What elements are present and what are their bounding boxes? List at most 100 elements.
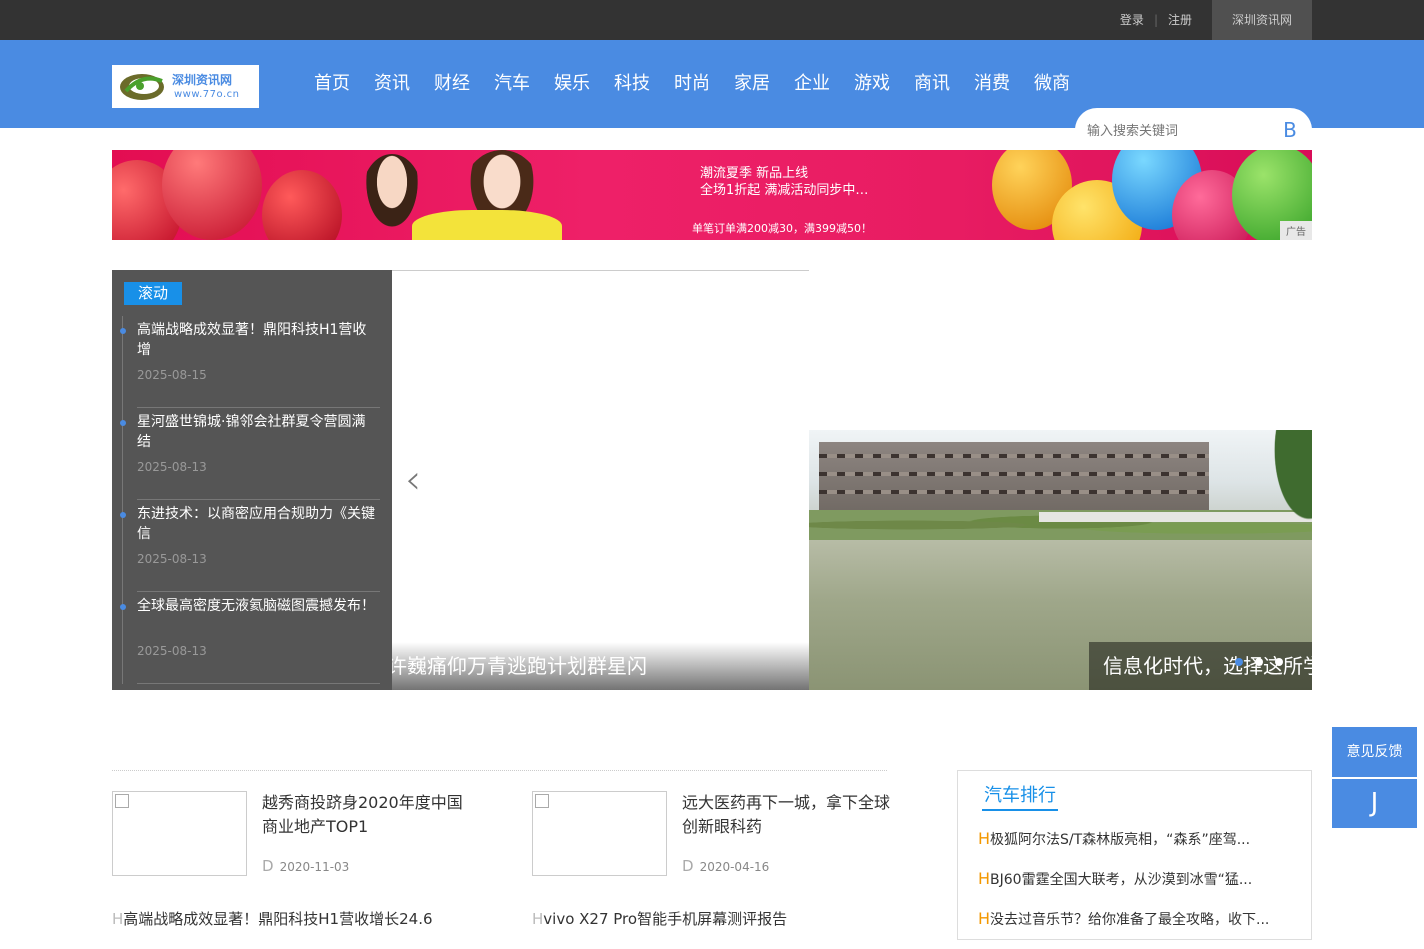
scroll-item-title[interactable]: 东进技术：以商密应用合规助力《关键信 [137, 504, 379, 544]
news-slider: ‹ 许巍痛仰万青逃跑计划群星闪 信息化时代，选择这所学 滚动 高端战略成效显著！… [112, 270, 1312, 690]
feedback-button[interactable]: 意见反馈 [1332, 727, 1417, 777]
list-item[interactable]: 高端战略成效显著！鼎阳科技H1营收增 2025-08-15 [112, 316, 392, 408]
news-card-title[interactable]: 远大医药再下一城，拿下全球创新眼科药 [682, 791, 892, 839]
ranking-item[interactable]: H极狐阿尔法S/T森林版亮相，“森系”座驾... [978, 829, 1298, 869]
news-thumbnail[interactable] [532, 791, 667, 876]
slider-dot[interactable] [1275, 658, 1283, 666]
bullet-icon [120, 604, 126, 610]
headline-link[interactable]: Hvivo X27 Pro智能手机屏幕测评报告 [532, 908, 787, 929]
ranking-item[interactable]: H没去过音乐节？给你准备了最全攻略，收下... [978, 909, 1298, 949]
rank-icon: H [978, 909, 991, 928]
account-links: 登录 | 注册 [1120, 0, 1192, 40]
ranking-item[interactable]: HBJ60雷霆全国大联考，从沙漠到冰雪“猛... [978, 869, 1298, 909]
broken-image-icon [535, 794, 549, 808]
news-card-title[interactable]: 越秀商投跻身2020年度中国商业地产TOP1 [262, 791, 472, 839]
news-card[interactable]: 越秀商投跻身2020年度中国商业地产TOP1 D 2020-11-03 [112, 791, 467, 876]
date-icon: D [682, 857, 694, 875]
scroll-item-title[interactable]: 星河盛世锦城·锦邻会社群夏令营圆满结 [137, 412, 379, 452]
nav-item-home[interactable]: 首页 [302, 40, 362, 128]
slide-caption[interactable]: 信息化时代，选择这所学 [1089, 642, 1312, 690]
tree-shape [1249, 430, 1312, 570]
ranking-item-text[interactable]: BJ60雷霆全国大联考，从沙漠到冰雪“猛... [990, 872, 1252, 888]
nav-item-entertainment[interactable]: 娱乐 [542, 40, 602, 128]
list-item[interactable]: 东进技术：以商密应用合规助力《关键信 2025-08-13 [112, 500, 392, 592]
headline-link[interactable]: H高端战略成效显著！鼎阳科技H1营收增长24.6 [112, 908, 433, 929]
nav-item-business-news[interactable]: 商讯 [902, 40, 962, 128]
scroll-item-title[interactable]: 全球最高密度无液氦脑磁图震撼发布！ [137, 596, 379, 616]
nav-item-tech[interactable]: 科技 [602, 40, 662, 128]
window-row [819, 472, 1209, 476]
news-thumbnail[interactable] [112, 791, 247, 876]
nav-item-home-living[interactable]: 家居 [722, 40, 782, 128]
ad-tag: 广告 [1280, 221, 1312, 240]
banner-text: 全场1折起 满减活动同步中… [700, 183, 869, 198]
ranking-title: 汽车排行 [982, 783, 1058, 811]
divider [112, 770, 887, 772]
scroll-item-date: 2025-08-13 [137, 644, 207, 658]
nav-item-microbusiness[interactable]: 微商 [1022, 40, 1082, 128]
scroll-item-date: 2025-08-15 [137, 368, 207, 382]
nav-item-auto[interactable]: 汽车 [482, 40, 542, 128]
top-bar: 登录 | 注册 深圳资讯网 [0, 0, 1424, 40]
model-figure [412, 210, 562, 240]
ad-banner[interactable]: 潮流夏季 新品上线 全场1折起 满减活动同步中… 单笔订单满200减30，满39… [112, 150, 1312, 240]
scroll-news-panel: 滚动 高端战略成效显著！鼎阳科技H1营收增 2025-08-15 星河盛世锦城·… [112, 270, 392, 690]
slider-dot[interactable] [1255, 658, 1263, 666]
nav-item-news[interactable]: 资讯 [362, 40, 422, 128]
logo-name: 深圳资讯网 [172, 73, 233, 87]
news-list-section: 越秀商投跻身2020年度中国商业地产TOP1 D 2020-11-03 远大医药再… [112, 770, 890, 933]
banner-text: 单笔订单满200减30，满399减50！ [692, 222, 872, 235]
rank-icon: H [978, 829, 991, 848]
nav-item-fashion[interactable]: 时尚 [662, 40, 722, 128]
auto-ranking-panel: 汽车排行 H极狐阿尔法S/T森林版亮相，“森系”座驾... HBJ60雷霆全国大… [957, 770, 1312, 940]
nav-menu: 首页 资讯 财经 汽车 娱乐 科技 时尚 家居 企业 游戏 商讯 消费 微商 [302, 40, 1082, 128]
login-link[interactable]: 登录 [1120, 0, 1144, 40]
divider [137, 683, 380, 684]
nav-item-games[interactable]: 游戏 [842, 40, 902, 128]
headline-text[interactable]: vivo X27 Pro智能手机屏幕测评报告 [543, 910, 787, 928]
search-input[interactable] [1085, 118, 1279, 144]
site-logo[interactable]: 深圳资讯网 www.77o.cn [112, 65, 259, 108]
date-text: 2020-11-03 [279, 860, 350, 874]
divider: | [1153, 13, 1158, 27]
ranking-item-text[interactable]: 没去过音乐节？给你准备了最全攻略，收下... [990, 912, 1269, 928]
divider [392, 270, 809, 271]
date-icon: D [262, 857, 274, 875]
logo-mark-icon [120, 74, 164, 100]
scroll-news-list: 高端战略成效显著！鼎阳科技H1营收增 2025-08-15 星河盛世锦城·锦邻会… [112, 316, 392, 684]
scroll-tag: 滚动 [124, 282, 183, 305]
window-row [819, 490, 1209, 494]
scroll-item-date: 2025-08-13 [137, 552, 207, 566]
search-box: B [1075, 108, 1312, 152]
back-to-top-icon[interactable]: J [1332, 779, 1417, 828]
bullet-icon [120, 512, 126, 518]
list-item[interactable]: 星河盛世锦城·锦邻会社群夏令营圆满结 2025-08-13 [112, 408, 392, 500]
bullet-icon [120, 328, 126, 334]
slider-dots [1235, 658, 1283, 666]
ranking-list: H极狐阿尔法S/T森林版亮相，“森系”座驾... HBJ60雷霆全国大联考，从沙… [978, 829, 1298, 949]
headline-icon: H [112, 910, 124, 928]
site-name-link[interactable]: 深圳资讯网 [1212, 0, 1312, 40]
broken-image-icon [115, 794, 129, 808]
news-card-date: D 2020-04-16 [682, 857, 769, 875]
slide-caption[interactable]: 许巍痛仰万青逃跑计划群星闪 [369, 642, 809, 690]
slider-dot[interactable] [1235, 658, 1243, 666]
scroll-item-date: 2025-08-13 [137, 460, 207, 474]
search-icon[interactable]: B [1280, 117, 1300, 143]
register-link[interactable]: 注册 [1168, 0, 1192, 40]
ranking-item-text[interactable]: 极狐阿尔法S/T森林版亮相，“森系”座驾... [990, 832, 1250, 848]
balloon-shape [262, 170, 342, 240]
news-card[interactable]: 远大医药再下一城，拿下全球创新眼科药 D 2020-04-16 [532, 791, 890, 876]
rank-icon: H [978, 869, 991, 888]
window-row [819, 454, 1209, 458]
bullet-icon [120, 420, 126, 426]
news-card-date: D 2020-11-03 [262, 857, 349, 875]
logo-url: www.77o.cn [174, 89, 240, 100]
chevron-left-icon[interactable]: ‹ [405, 460, 421, 500]
nav-item-enterprise[interactable]: 企业 [782, 40, 842, 128]
list-item[interactable]: 全球最高密度无液氦脑磁图震撼发布！ 2025-08-13 [112, 592, 392, 684]
nav-item-consumer[interactable]: 消费 [962, 40, 1022, 128]
headline-text[interactable]: 高端战略成效显著！鼎阳科技H1营收增长24.6 [123, 910, 432, 928]
nav-item-finance[interactable]: 财经 [422, 40, 482, 128]
scroll-item-title[interactable]: 高端战略成效显著！鼎阳科技H1营收增 [137, 320, 379, 360]
